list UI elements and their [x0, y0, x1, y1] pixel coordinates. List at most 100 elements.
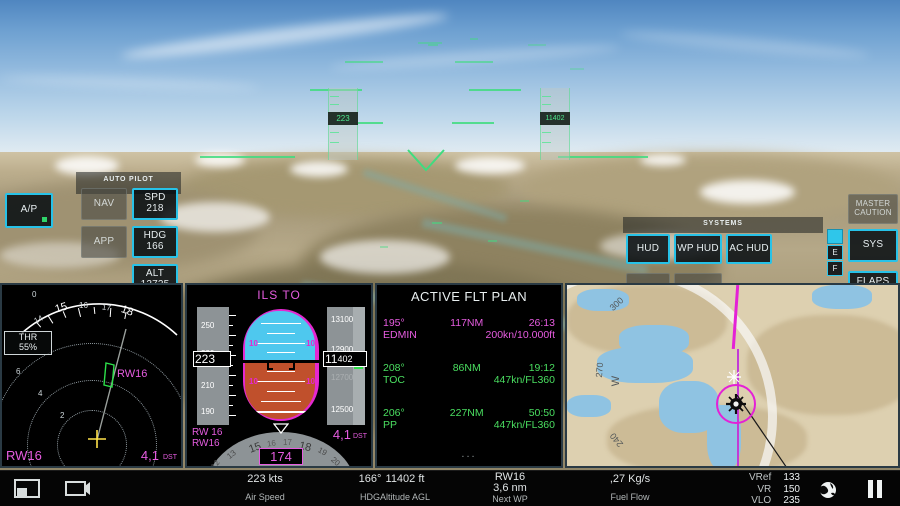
systems-ac-hud-label: AC HUD	[729, 242, 769, 254]
status-altitude-agl: 11402 ft Altitude AGL	[340, 471, 470, 506]
waypoint-distance: 227NM	[449, 407, 484, 419]
fuel-gauge-empty-label: E	[827, 245, 843, 260]
pfd-attitude-indicator: 10 10 10 10	[243, 309, 319, 421]
autopilot-hdg-button[interactable]: HDG 166	[132, 226, 178, 258]
systems-ac-hud-button[interactable]: AC HUD	[726, 234, 772, 264]
autopilot-app-button[interactable]: APP	[81, 226, 127, 258]
status-v-speeds: VRef 133 VR 150 VLO 235	[700, 472, 800, 506]
autopilot-master-label: A/P	[20, 204, 38, 216]
pfd-pitch-label-dn-r: 10	[306, 377, 315, 386]
vr-row: VR 150	[700, 484, 800, 496]
vr-value: 150	[783, 483, 800, 495]
pfd-ai-horizon	[243, 360, 319, 363]
fuel-flow-label: Fuel Flow	[610, 492, 650, 502]
waypoint-eta: 26:13	[528, 317, 555, 329]
cloud-puff	[455, 157, 525, 174]
pfd-aircraft-reference	[289, 363, 295, 370]
pfd-pitch-label-dn: 10	[249, 377, 258, 386]
waypoint-constraint: 200kn/10.000ft	[485, 329, 555, 341]
waypoint-distance: 117NM	[450, 317, 484, 329]
autopilot-master-button[interactable]: A/P	[5, 193, 53, 228]
status-next-wp: RW16 3,6 nm Next WP	[455, 471, 565, 506]
sys-button[interactable]: SYS	[848, 229, 898, 262]
autopilot-app-label: APP	[93, 235, 115, 247]
globe-icon[interactable]	[818, 480, 838, 500]
autopilot-panel-title: AUTO PILOT	[103, 176, 154, 183]
pause-icon[interactable]	[866, 479, 884, 499]
pfd-hdg-tick-12: 12	[209, 458, 222, 468]
flight-plan-waypoint-row[interactable]: 206° 227NM 50:50 PP 447kn/FL360	[377, 407, 561, 431]
sys-label: SYS	[862, 239, 884, 251]
pfd-ai-pitch-line	[267, 333, 295, 334]
pfd-ai-pitch-line	[267, 352, 295, 353]
flight-plan-waypoint-row[interactable]: 208° 86NM 19:12 TOC 447kn/FL360	[377, 362, 561, 386]
pfd-ai-pitch-line	[267, 371, 295, 372]
cloud-puff	[320, 240, 450, 274]
pfd-ai-pitch-line	[257, 381, 305, 382]
systems-hud-button[interactable]: HUD	[626, 234, 670, 264]
systems-wp-hud-label: WP HUD	[677, 242, 719, 254]
map-aircraft-icon	[726, 394, 746, 414]
pfd-pitch-label-up: 10	[249, 339, 258, 348]
waypoint-bearing: 195°	[383, 317, 405, 329]
waypoint-name: TOC	[383, 374, 405, 386]
air-speed-label: Air Speed	[245, 492, 285, 502]
map-water	[812, 285, 872, 309]
systems-wp-hud-button[interactable]: WP HUD	[674, 234, 722, 264]
pfd-hdg-tick-21: 21	[339, 467, 351, 468]
vlo-value: 235	[783, 495, 800, 506]
cloud-puff	[700, 180, 795, 204]
pfd-speed-tick-190: 190	[201, 407, 215, 416]
pfd-airspeed-readout: 223	[193, 351, 231, 367]
autopilot-nav-button[interactable]: NAV	[81, 188, 127, 220]
fuel-gauge[interactable]: E F	[827, 229, 843, 277]
waypoint-distance: 86NM	[452, 362, 481, 374]
nd-bottom-waypoint: RW16	[6, 448, 42, 463]
waypoint-constraint: 447kn/FL360	[493, 419, 555, 431]
waypoint-constraint: 447kn/FL360	[493, 374, 555, 386]
pfd-hdg-tick-20: 20	[329, 455, 342, 468]
master-caution-line2: CAUTION	[854, 208, 892, 217]
navigation-display[interactable]: 6 4 2 0 14 15 16 17 18 RW16 THR 55% RW16…	[0, 283, 183, 468]
nd-throttle-value: 55%	[18, 342, 37, 352]
systems-panel-title: SYSTEMS	[703, 220, 743, 227]
pfd-hdg-tick-13: 13	[225, 448, 238, 461]
camera-view-icon[interactable]	[65, 479, 91, 498]
status-bar: 223 kts Air Speed 166° HDG 11402 ft Alti…	[0, 470, 900, 506]
waypoint-eta: 50:50	[528, 407, 555, 419]
fuel-gauge-full-label: F	[827, 261, 843, 276]
pfd-pitch-label-up-r: 10	[306, 339, 315, 348]
pfd-ai-pitch-line	[267, 391, 295, 392]
vlo-row: VLO 235	[700, 495, 800, 506]
pfd-aircraft-reference	[267, 363, 273, 370]
fuel-gauge-fill	[827, 229, 843, 244]
cloud-puff	[290, 161, 348, 177]
autopilot-spd-button[interactable]: SPD 218	[132, 188, 178, 220]
panel-layout-icon[interactable]	[14, 479, 40, 498]
cloud-puff	[195, 153, 245, 167]
pfd-heading-readout: 174	[259, 448, 303, 465]
status-air-speed: 223 kts Air Speed	[200, 471, 330, 506]
master-caution-button[interactable]: MASTER CAUTION	[848, 194, 898, 224]
flight-plan-waypoint-row[interactable]: 195° 117NM 26:13 EDMIN 200kn/10.000ft	[377, 317, 561, 341]
primary-flight-display[interactable]: ILS TO 250 230 210 190 223	[185, 283, 373, 468]
moving-map[interactable]: 300 270 240 W	[565, 283, 900, 468]
air-speed-value: 223 kts	[247, 473, 283, 485]
pfd-hdg-tick-19: 19	[316, 445, 329, 458]
nd-throttle-overlay: THR 55%	[4, 331, 52, 355]
waypoint-eta: 19:12	[528, 362, 555, 374]
nd-waypoint-label: RW16	[117, 368, 148, 380]
autopilot-spd-value: 218	[146, 203, 164, 214]
flight-plan-more-indicator[interactable]: ...	[377, 448, 561, 460]
pfd-speed-tick-210: 210	[201, 381, 215, 390]
pfd-altitude-readout: 11 402	[323, 351, 367, 367]
pfd-mode-label: ILS TO	[257, 288, 301, 302]
pfd-ai-pitch-line	[261, 323, 301, 324]
cloud-puff	[640, 154, 686, 166]
altitude-agl-label: Altitude AGL	[379, 492, 431, 502]
flight-plan-panel[interactable]: ACTIVE FLT PLAN 195° 117NM 26:13 EDMIN 2…	[375, 283, 563, 468]
next-wp-distance: 3,6 nm	[493, 482, 527, 494]
waypoint-bearing: 208°	[383, 362, 405, 374]
map-compass-label-west: W	[610, 375, 623, 387]
vref-value: 133	[783, 472, 800, 483]
